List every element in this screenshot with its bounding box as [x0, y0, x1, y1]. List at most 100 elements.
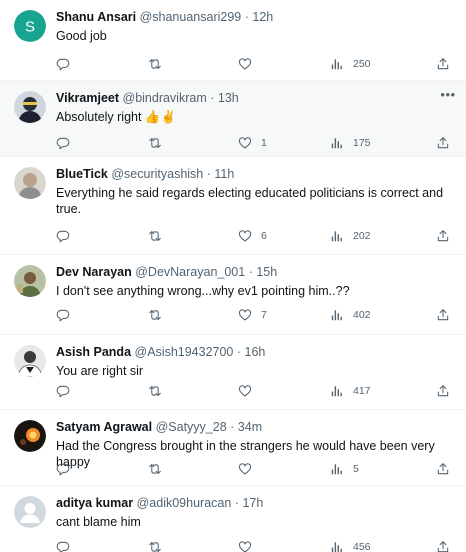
tweet-header: Satyam Agrawal @Satyyy_28 · 34m	[56, 420, 444, 435]
views-button[interactable]: 250	[330, 56, 371, 72]
author-name[interactable]: Satyam Agrawal	[56, 420, 152, 434]
author-name[interactable]: Shanu Ansari	[56, 10, 136, 24]
like-icon	[238, 309, 252, 321]
share-button[interactable]	[436, 307, 450, 323]
views-button[interactable]: 456	[330, 539, 371, 552]
author-handle[interactable]: @Satyyy_28	[156, 420, 227, 434]
author-name[interactable]: Dev Narayan	[56, 265, 132, 279]
views-count: 202	[353, 230, 371, 242]
views-count: 5	[353, 463, 359, 475]
tweet[interactable]: Dev Narayan @DevNarayan_001 · 15h I don'…	[0, 255, 466, 335]
like-button[interactable]	[238, 461, 261, 477]
timestamp[interactable]: 17h	[242, 496, 263, 510]
retweet-button[interactable]	[148, 135, 162, 151]
timestamp[interactable]: 11h	[214, 167, 234, 181]
views-button[interactable]: 175	[330, 135, 371, 151]
avatar[interactable]	[14, 345, 46, 377]
avatar[interactable]: S	[14, 10, 46, 42]
views-button[interactable]: 402	[330, 307, 371, 323]
like-icon	[238, 541, 252, 552]
timestamp[interactable]: 12h	[252, 10, 273, 24]
views-button[interactable]: 202	[330, 228, 371, 244]
share-icon	[437, 137, 449, 149]
author-handle[interactable]: @bindravikram	[123, 91, 207, 105]
reply-button[interactable]	[56, 383, 70, 399]
tweet[interactable]: Satyam Agrawal @Satyyy_28 · 34m Had the …	[0, 410, 466, 486]
retweet-button[interactable]	[148, 307, 162, 323]
action-bar: 417	[56, 383, 450, 399]
tweet[interactable]: Vikramjeet @bindravikram · 13h ••• Absol…	[0, 81, 466, 157]
views-count: 456	[353, 541, 371, 552]
timestamp[interactable]: 15h	[256, 265, 277, 279]
like-icon	[238, 230, 252, 242]
like-button[interactable]	[238, 56, 261, 72]
retweet-button[interactable]	[148, 461, 162, 477]
retweet-button[interactable]	[148, 539, 162, 552]
avatar[interactable]	[14, 265, 46, 297]
author-handle[interactable]: @adik09huracan	[137, 496, 232, 510]
reply-button[interactable]	[56, 135, 70, 151]
share-icon	[437, 230, 449, 242]
timestamp[interactable]: 16h	[245, 345, 266, 359]
views-button[interactable]: 5	[330, 461, 359, 477]
tweet[interactable]: BlueTick @securityashish · 11h Everythin…	[0, 157, 466, 255]
share-button[interactable]	[436, 56, 450, 72]
avatar[interactable]	[14, 496, 46, 528]
reply-button[interactable]	[56, 307, 70, 323]
avatar[interactable]	[14, 420, 46, 452]
retweet-button[interactable]	[148, 228, 162, 244]
more-icon[interactable]: •••	[440, 87, 456, 103]
avatar[interactable]	[14, 167, 46, 199]
tweet[interactable]: aditya kumar @adik09huracan · 17h cant b…	[0, 486, 466, 552]
action-bar: 5	[56, 461, 450, 477]
retweet-icon	[149, 386, 161, 396]
share-button[interactable]	[436, 135, 450, 151]
reply-button[interactable]	[56, 539, 70, 552]
tweet[interactable]: Asish Panda @Asish19432700 · 16h You are…	[0, 335, 466, 410]
like-button[interactable]	[238, 383, 261, 399]
reply-button[interactable]	[56, 56, 70, 72]
action-bar: 456	[56, 539, 450, 552]
like-icon	[238, 137, 252, 149]
retweet-button[interactable]	[148, 56, 162, 72]
tweet-header: Vikramjeet @bindravikram · 13h	[56, 91, 444, 106]
like-count: 1	[261, 137, 267, 149]
author-name[interactable]: Vikramjeet	[56, 91, 119, 105]
tweet-header: Shanu Ansari @shanuansari299 · 12h	[56, 10, 444, 25]
retweet-icon	[149, 138, 161, 148]
author-handle[interactable]: @Asish19432700	[135, 345, 234, 359]
author-handle[interactable]: @securityashish	[111, 167, 203, 181]
share-button[interactable]	[436, 383, 450, 399]
share-button[interactable]	[436, 539, 450, 552]
retweet-button[interactable]	[148, 383, 162, 399]
like-button[interactable]	[238, 539, 261, 552]
reply-button[interactable]	[56, 228, 70, 244]
tweet-header: BlueTick @securityashish · 11h	[56, 167, 444, 182]
author-handle[interactable]: @shanuansari299	[140, 10, 242, 24]
tweet-text: I don't see anything wrong...why ev1 poi…	[56, 284, 350, 298]
author-name[interactable]: Asish Panda	[56, 345, 131, 359]
timestamp[interactable]: 34m	[238, 420, 262, 434]
like-button[interactable]: 6	[238, 228, 267, 244]
timestamp[interactable]: 13h	[218, 91, 239, 105]
views-icon	[331, 464, 342, 475]
tweet-header: aditya kumar @adik09huracan · 17h	[56, 496, 444, 511]
separator: ·	[248, 265, 253, 279]
reply-button[interactable]	[56, 461, 70, 477]
like-icon	[238, 58, 252, 70]
author-name[interactable]: aditya kumar	[56, 496, 133, 510]
action-bar: 7 402	[56, 307, 450, 323]
separator: ·	[230, 420, 235, 434]
tweet-header: Dev Narayan @DevNarayan_001 · 15h	[56, 265, 444, 280]
share-button[interactable]	[436, 461, 450, 477]
views-icon	[331, 310, 342, 321]
reply-icon	[56, 309, 70, 322]
avatar[interactable]	[14, 91, 46, 123]
author-handle[interactable]: @DevNarayan_001	[135, 265, 245, 279]
author-name[interactable]: BlueTick	[56, 167, 108, 181]
tweet[interactable]: S Shanu Ansari @shanuansari299 · 12h Goo…	[0, 0, 466, 81]
views-button[interactable]: 417	[330, 383, 371, 399]
like-button[interactable]: 1	[238, 135, 267, 151]
like-button[interactable]: 7	[238, 307, 267, 323]
share-button[interactable]	[436, 228, 450, 244]
